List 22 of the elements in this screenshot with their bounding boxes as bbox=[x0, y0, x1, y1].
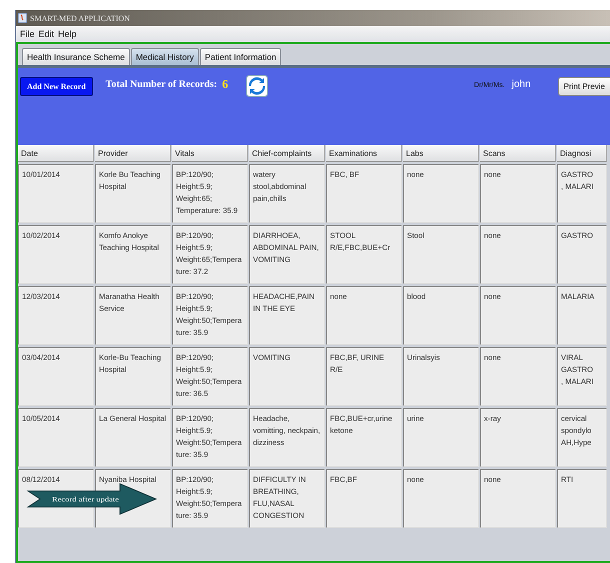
column-header: Chief-complaints bbox=[249, 145, 325, 162]
column-header: Labs bbox=[403, 145, 479, 162]
app-icon bbox=[18, 13, 27, 23]
column-header: Examinations bbox=[326, 145, 402, 162]
column-header: Vitals bbox=[172, 145, 248, 162]
tab[interactable]: Medical History bbox=[130, 48, 199, 65]
print-preview-button[interactable]: Print Previe bbox=[558, 77, 610, 96]
column-header: Scans bbox=[480, 145, 556, 162]
add-record-button[interactable]: Add New Record bbox=[20, 77, 93, 96]
menu-item[interactable]: File bbox=[20, 29, 35, 39]
user-name: john bbox=[512, 79, 531, 90]
tab[interactable]: Patient Information bbox=[200, 48, 282, 65]
column-header: Diagnosi bbox=[557, 145, 607, 162]
tab[interactable]: Health Insurance Scheme bbox=[22, 48, 130, 65]
total-records-count: 6 bbox=[222, 77, 228, 92]
total-records-label: Total Number of Records: bbox=[106, 79, 218, 90]
column-header: Provider bbox=[95, 145, 171, 162]
column-header: Date bbox=[18, 145, 94, 162]
refresh-icon[interactable] bbox=[246, 75, 268, 97]
window-title: SMART-MED APPLICATION bbox=[30, 14, 130, 22]
menu-item[interactable]: Edit bbox=[38, 29, 54, 39]
menu-item[interactable]: Help bbox=[58, 29, 77, 39]
